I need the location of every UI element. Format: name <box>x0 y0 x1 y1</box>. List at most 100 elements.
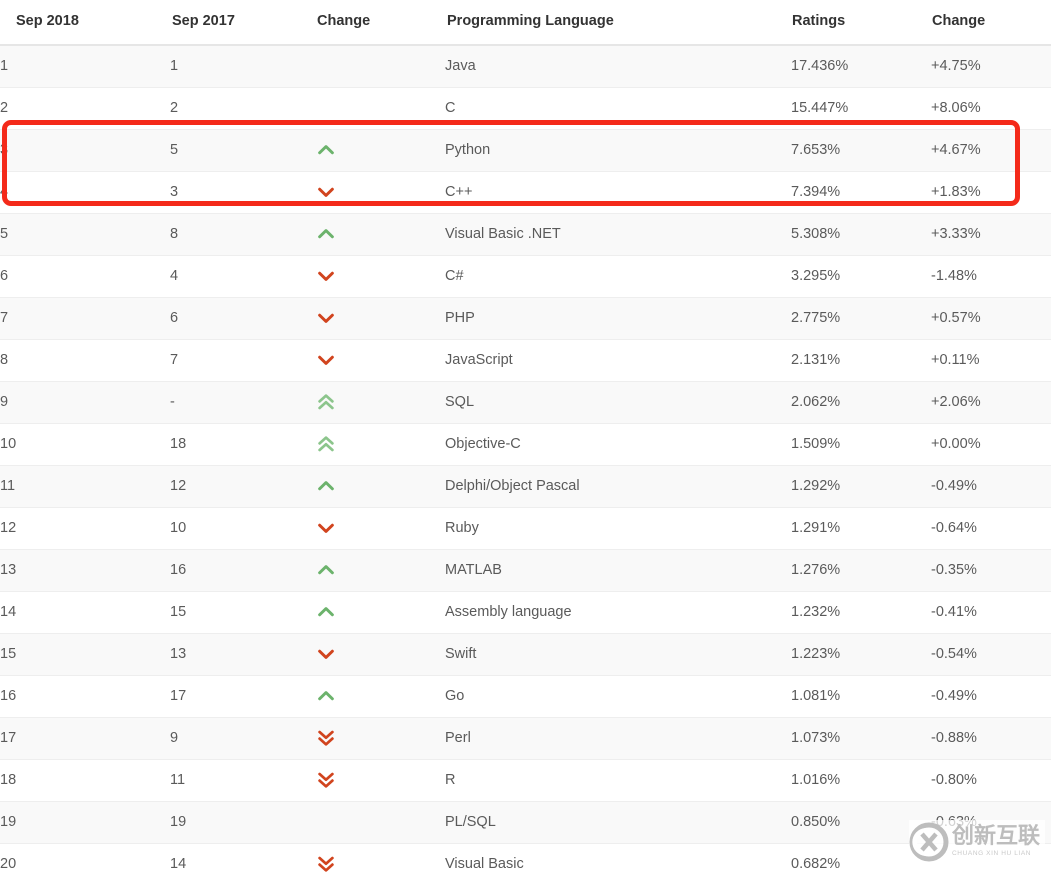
table-row: 87JavaScript2.131%+0.11% <box>0 340 1051 382</box>
cell-rank-sep-2018: 10 <box>0 424 170 466</box>
cell-ratings: 2.775% <box>791 298 931 340</box>
table-header-row: Sep 2018 Sep 2017 Change Programming Lan… <box>0 0 1051 45</box>
cell-ratings-change: -0.49% <box>931 466 1051 508</box>
table-body: 11Java17.436%+4.75%22C15.447%+8.06%35Pyt… <box>0 45 1051 885</box>
chevron-down-icon <box>315 311 337 325</box>
cell-programming-language: Delphi/Object Pascal <box>445 466 791 508</box>
cell-rank-change <box>315 130 445 172</box>
cell-rank-sep-2017: 14 <box>170 844 315 885</box>
cell-rank-sep-2018: 3 <box>0 130 170 172</box>
watermark: 创新互联 CHUANG XIN HU LIAN <box>909 820 1045 864</box>
cell-rank-sep-2017: 4 <box>170 256 315 298</box>
cell-programming-language: Ruby <box>445 508 791 550</box>
cell-ratings: 1.509% <box>791 424 931 466</box>
cell-programming-language: JavaScript <box>445 340 791 382</box>
column-header-sep-2017[interactable]: Sep 2017 <box>170 0 315 45</box>
chevron-up-icon <box>315 689 337 703</box>
cell-rank-sep-2017: 3 <box>170 172 315 214</box>
column-header-change-ratings[interactable]: Change <box>931 0 1051 45</box>
cell-programming-language: R <box>445 760 791 802</box>
cell-rank-sep-2018: 2 <box>0 88 170 130</box>
cell-rank-sep-2018: 7 <box>0 298 170 340</box>
cell-programming-language: Objective-C <box>445 424 791 466</box>
cell-ratings: 7.653% <box>791 130 931 172</box>
cell-ratings-change: -0.88% <box>931 718 1051 760</box>
cell-ratings-change: +0.57% <box>931 298 1051 340</box>
cell-rank-sep-2018: 4 <box>0 172 170 214</box>
cell-programming-language: PL/SQL <box>445 802 791 844</box>
cell-rank-sep-2018: 15 <box>0 634 170 676</box>
cell-rank-sep-2018: 19 <box>0 802 170 844</box>
chevron-down-icon <box>315 647 337 661</box>
cell-rank-sep-2018: 13 <box>0 550 170 592</box>
double-chevron-up-icon <box>315 393 337 411</box>
cell-rank-sep-2017: 17 <box>170 676 315 718</box>
chevron-down-icon <box>315 521 337 535</box>
cell-rank-sep-2018: 12 <box>0 508 170 550</box>
cell-ratings: 2.131% <box>791 340 931 382</box>
cell-ratings: 3.295% <box>791 256 931 298</box>
table-header: Sep 2018 Sep 2017 Change Programming Lan… <box>0 0 1051 45</box>
cell-rank-sep-2018: 1 <box>0 45 170 88</box>
cell-ratings: 1.073% <box>791 718 931 760</box>
table-row: 9-SQL2.062%+2.06% <box>0 382 1051 424</box>
double-chevron-down-icon <box>315 729 337 747</box>
cell-ratings-change: +3.33% <box>931 214 1051 256</box>
table-row: 64C#3.295%-1.48% <box>0 256 1051 298</box>
cell-ratings: 15.447% <box>791 88 931 130</box>
cell-rank-change <box>315 172 445 214</box>
cell-rank-sep-2018: 17 <box>0 718 170 760</box>
cell-rank-change <box>315 45 445 88</box>
table-row: 1415Assembly language1.232%-0.41% <box>0 592 1051 634</box>
watermark-pinyin: CHUANG XIN HU LIAN <box>952 851 1040 858</box>
cell-rank-change <box>315 634 445 676</box>
table-row: 1513Swift1.223%-0.54% <box>0 634 1051 676</box>
cell-ratings-change: -0.49% <box>931 676 1051 718</box>
cell-ratings: 1.016% <box>791 760 931 802</box>
table-row: 1112Delphi/Object Pascal1.292%-0.49% <box>0 466 1051 508</box>
chevron-up-icon <box>315 479 337 493</box>
cell-ratings-change: +0.00% <box>931 424 1051 466</box>
cell-ratings-change: -0.64% <box>931 508 1051 550</box>
cell-rank-change <box>315 508 445 550</box>
cell-ratings-change: +8.06% <box>931 88 1051 130</box>
cell-ratings-change: +2.06% <box>931 382 1051 424</box>
table-row: 1018 Objective-C1.509%+0.00% <box>0 424 1051 466</box>
double-chevron-down-icon <box>315 771 337 789</box>
cell-rank-sep-2017: 8 <box>170 214 315 256</box>
table-row: 43C++7.394%+1.83% <box>0 172 1051 214</box>
cell-programming-language: Visual Basic .NET <box>445 214 791 256</box>
cell-ratings-change: +1.83% <box>931 172 1051 214</box>
cell-ratings: 5.308% <box>791 214 931 256</box>
chevron-up-icon <box>315 563 337 577</box>
column-header-sep-2018[interactable]: Sep 2018 <box>0 0 170 45</box>
table-row: 11Java17.436%+4.75% <box>0 45 1051 88</box>
cell-rank-sep-2018: 5 <box>0 214 170 256</box>
cell-ratings: 1.081% <box>791 676 931 718</box>
column-header-change-rank[interactable]: Change <box>315 0 445 45</box>
table-row: 76PHP2.775%+0.57% <box>0 298 1051 340</box>
cell-rank-change <box>315 256 445 298</box>
cell-rank-change <box>315 760 445 802</box>
column-header-programming-language[interactable]: Programming Language <box>445 0 791 45</box>
cell-ratings-change: -0.80% <box>931 760 1051 802</box>
table-row: 2014Visual Basic0.682% <box>0 844 1051 885</box>
column-header-ratings[interactable]: Ratings <box>791 0 931 45</box>
cell-rank-sep-2017: 10 <box>170 508 315 550</box>
cell-rank-sep-2017: 12 <box>170 466 315 508</box>
cell-rank-sep-2018: 6 <box>0 256 170 298</box>
cell-rank-sep-2017: 13 <box>170 634 315 676</box>
table-row: 1811R1.016%-0.80% <box>0 760 1051 802</box>
cell-programming-language: C# <box>445 256 791 298</box>
cell-rank-sep-2017: 9 <box>170 718 315 760</box>
cell-ratings: 1.223% <box>791 634 931 676</box>
double-chevron-down-icon <box>315 855 337 873</box>
cell-ratings: 1.291% <box>791 508 931 550</box>
cell-rank-change <box>315 466 445 508</box>
cell-ratings: 17.436% <box>791 45 931 88</box>
cell-programming-language: Visual Basic <box>445 844 791 885</box>
cell-rank-sep-2017: 18 <box>170 424 315 466</box>
chevron-up-icon <box>315 143 337 157</box>
cell-rank-sep-2018: 20 <box>0 844 170 885</box>
cell-rank-change <box>315 298 445 340</box>
